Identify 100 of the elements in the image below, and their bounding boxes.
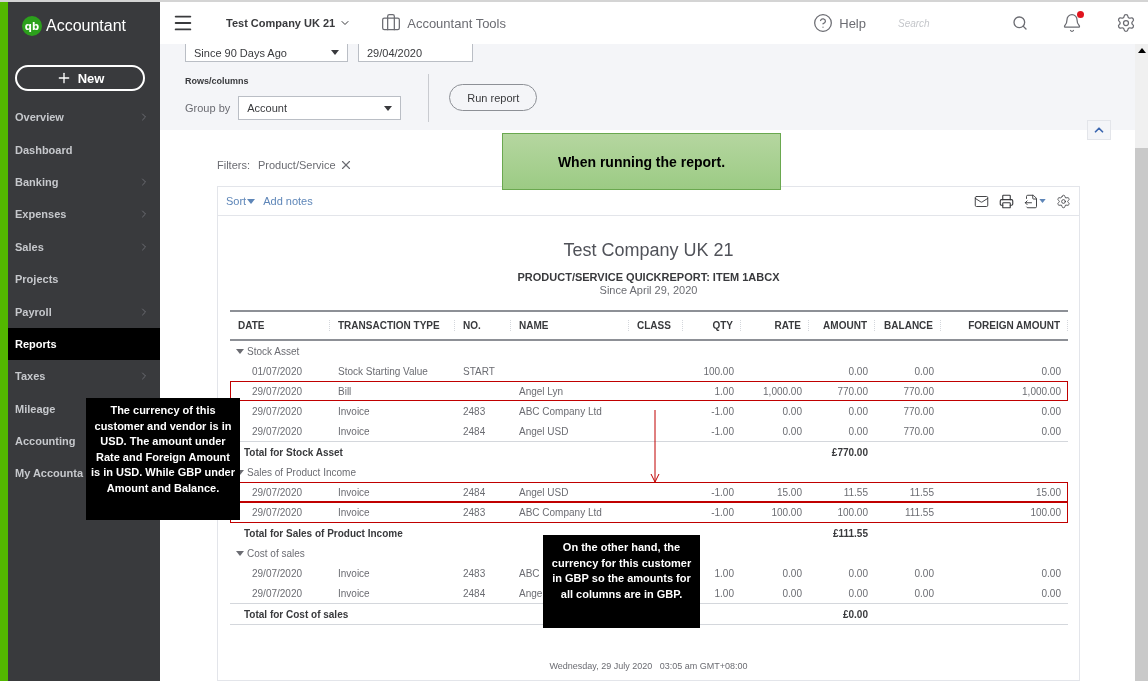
report-footer: Wednesday, 29 July 2020 03:05 am GMT+08:00 (230, 661, 1067, 671)
table-cell-text: Ange (518, 587, 544, 599)
scroll-up-icon[interactable] (1137, 48, 1146, 53)
table-cell-text: Invoice (337, 567, 371, 579)
table-cell-text: -1.00 (710, 506, 735, 518)
table-cell-text: 770.00 (902, 425, 935, 437)
table-cell-text: Stock Starting Value (337, 365, 429, 377)
table-cell-text: 15.00 (775, 486, 803, 498)
table-cell-text: 770.00 (902, 385, 935, 397)
table-cell-text: 1,000.00 (1021, 385, 1062, 397)
sidebar-item[interactable]: My Accounta (15, 467, 84, 480)
sidebar-item[interactable]: Reports (8, 327, 160, 361)
export-icon[interactable] (1024, 193, 1046, 209)
caret-icon (331, 50, 339, 55)
column-header: AMOUNT (809, 320, 875, 331)
column-header: CLASS (629, 320, 683, 331)
table-cell-text: 111.55 (903, 506, 935, 518)
sidebar-item[interactable]: Projects (15, 273, 59, 286)
settings-icon[interactable] (1116, 13, 1136, 33)
print-icon[interactable] (999, 193, 1014, 209)
sidebar-item[interactable]: Accounting (15, 435, 76, 448)
run-report-button[interactable]: Run report (449, 84, 538, 111)
table-cell-text: Invoice (337, 486, 371, 498)
sidebar-item[interactable]: Overview (15, 111, 64, 124)
sidebar-item[interactable]: Expenses (15, 208, 67, 221)
table-cell-text: 29/07/2020 (251, 405, 304, 417)
table-cell-text: 2483 (462, 567, 487, 579)
filter-name: Product/Service (258, 159, 336, 171)
sidebar-item[interactable]: Banking (15, 175, 59, 188)
table-cell-text: 2483 (462, 405, 487, 417)
new-button[interactable]: New (15, 65, 145, 91)
search-icon[interactable] (1012, 15, 1028, 31)
total-amount: £0.00 (841, 608, 869, 620)
sidebar-item[interactable]: Taxes (15, 370, 46, 383)
table-cell-text: Bill (337, 385, 353, 397)
table-cell-text: ABC (518, 567, 541, 579)
table-cell-text: ABC Company Ltd (518, 506, 603, 518)
table-cell-text: Invoice (337, 506, 371, 518)
date-field[interactable]: 29/04/2020 (358, 44, 473, 62)
total-label: Total for Stock Asset (243, 446, 344, 458)
table-cell-text: 100.00 (770, 506, 803, 518)
annotation-note: The currency of this customer and vendor is in USD. The amount under Rate and Foreign Amount is in USD. While GBP under Amount and Balance. (86, 398, 240, 520)
sidebar-item[interactable]: Payroll (15, 305, 52, 318)
table-cell-text: START (462, 365, 496, 377)
table-cell-text: 0.00 (1040, 567, 1062, 579)
table-cell-text: 0.00 (1040, 425, 1062, 437)
column-header: NAME (511, 320, 629, 331)
table-cell-text: 29/07/2020 (251, 567, 304, 579)
logo-icon: qb (22, 16, 42, 36)
table-cell-text: 1.00 (713, 587, 735, 599)
table-cell-text: -1.00 (710, 405, 735, 417)
table-cell-text: 15.00 (1034, 486, 1062, 498)
table-cell-text: 1.00 (713, 567, 735, 579)
table-cell-text: 100.00 (1029, 506, 1062, 518)
table-cell-text: 0.00 (1040, 365, 1062, 377)
sort-button[interactable]: Sort (226, 195, 256, 207)
table-cell-text: 0.00 (847, 587, 869, 599)
email-icon[interactable] (974, 193, 989, 209)
table-cell-text: 0.00 (847, 567, 869, 579)
group-label: Sales of Product Income (247, 466, 356, 478)
table-cell-text: 1.00 (713, 385, 735, 397)
bell-icon[interactable] (1062, 13, 1082, 33)
table-cell-text: 0.00 (913, 567, 935, 579)
table-cell-text: 100.00 (702, 365, 735, 377)
company-menu[interactable]: Test Company UK 21 (220, 16, 358, 30)
help-button[interactable]: Help (807, 12, 872, 34)
table-cell-text: 11.55 (908, 486, 935, 498)
table-cell-text: 0.00 (847, 365, 869, 377)
table-cell-text: -1.00 (710, 486, 735, 498)
settings-icon[interactable] (1056, 193, 1071, 209)
column-header: QTY (683, 320, 741, 331)
table-cell-text: Angel USD (518, 486, 570, 498)
group-by-label: Group by (185, 102, 231, 114)
total-label: Total for Cost of sales (243, 608, 350, 620)
table-cell-text: -1.00 (710, 425, 735, 437)
table-cell-text: 29/07/2020 (251, 385, 304, 397)
table-cell-text: ABC Company Ltd (518, 405, 603, 417)
add-notes-link[interactable]: Add notes (263, 195, 313, 207)
table-cell-text: 0.00 (781, 405, 803, 417)
total-label: Total for Sales of Product Income (243, 527, 404, 539)
table-cell-text: 29/07/2020 (251, 486, 304, 498)
group-by-select[interactable]: Account (238, 96, 402, 120)
table-cell-text: 29/07/2020 (251, 425, 304, 437)
table-cell-text: 0.00 (847, 405, 869, 417)
table-cell-text: 0.00 (781, 425, 803, 437)
sidebar-item[interactable]: Sales (15, 240, 44, 253)
sidebar-item[interactable]: Mileage (15, 402, 56, 415)
report-title: PRODUCT/SERVICE QUICKREPORT: ITEM 1ABCX (516, 271, 781, 283)
collapse-button[interactable] (1087, 120, 1111, 140)
table-cell-text: 2484 (462, 587, 487, 599)
report-company: Test Company UK 21 (562, 240, 735, 261)
accountant-tools-button[interactable]: Accountant Tools (375, 12, 512, 34)
column-header: NO. (455, 320, 511, 331)
sidebar-item[interactable]: Dashboard (15, 143, 73, 156)
table-cell-text: Invoice (337, 405, 371, 417)
table-cell-text: 29/07/2020 (251, 587, 304, 599)
help-icon (813, 13, 834, 33)
period-select[interactable]: Since 90 Days Ago (185, 44, 348, 62)
table-cell-text: 770.00 (836, 385, 869, 397)
table-cell-text: 0.00 (781, 587, 803, 599)
